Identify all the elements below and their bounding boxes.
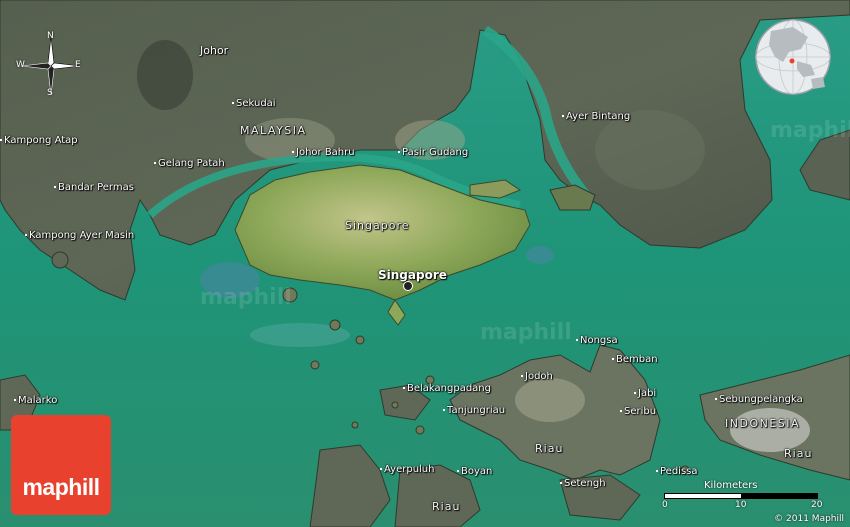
- label-jodoh: Jodoh: [521, 371, 553, 382]
- label-tanjungriau: Tanjungriau: [443, 405, 505, 416]
- label-belakangpadang: Belakangpadang: [403, 383, 491, 394]
- label-jabi: Jabi: [634, 388, 656, 399]
- globe-locator-icon: [753, 17, 833, 97]
- label-boyan: Boyan: [457, 466, 492, 477]
- label-riau: Riau: [432, 500, 461, 513]
- capital-marker-icon: [403, 281, 413, 291]
- compass-w: W: [16, 60, 25, 70]
- label-pasir-gudang: Pasir Gudang: [398, 147, 468, 158]
- label-kampong-ayer-masin: Kampong Ayer Masin: [25, 230, 134, 241]
- compass-rose-icon: N S E W: [16, 31, 84, 99]
- watermark: maphill: [480, 320, 572, 345]
- label-malaysia: MALAYSIA: [240, 124, 307, 137]
- label-bandar-permas: Bandar Permas: [54, 182, 134, 193]
- copyright-text: © 2011 Maphill: [774, 514, 844, 524]
- label-kampong-atap: Kampong Atap: [0, 135, 78, 146]
- label-malarko: Malarko: [14, 395, 57, 406]
- terrain-layer: [0, 0, 850, 527]
- compass-e: E: [75, 60, 81, 70]
- label-sekudai: Sekudai: [232, 98, 276, 109]
- label-sebungpelangka: Sebungpelangka: [715, 394, 803, 405]
- maphill-logo[interactable]: maphill: [11, 415, 111, 515]
- scale-tick: 0: [662, 500, 668, 510]
- label-gelang-patah: Gelang Patah: [154, 158, 225, 169]
- label-ayer-bintang: Ayer Bintang: [562, 111, 630, 122]
- label-setengh: Setengh: [560, 478, 606, 489]
- scale-bar-graphic: [664, 493, 818, 499]
- label-singapore-island: Singapore: [345, 219, 410, 232]
- label-seribu: Seribu: [620, 406, 656, 417]
- label-johor: Johor: [200, 44, 229, 57]
- label-johor-bahru: Johor Bahru: [292, 147, 355, 158]
- label-indonesia: INDONESIA: [725, 417, 801, 430]
- compass-s: S: [47, 88, 53, 98]
- label-pedissa: Pedissa: [656, 466, 698, 477]
- watermark: maphill: [200, 285, 292, 310]
- label-ayerpuluh: Ayerpuluh: [380, 464, 434, 475]
- compass-n: N: [47, 31, 54, 41]
- scale-bar: Kilometers 0 10 20: [662, 480, 824, 512]
- label-riau: Riau: [784, 447, 813, 460]
- scale-tick: 20: [811, 500, 823, 510]
- label-nongsa: Nongsa: [576, 335, 618, 346]
- scale-label: Kilometers: [704, 480, 758, 491]
- map-canvas[interactable]: maphill maphill maphill Johor MALAYSIA S…: [0, 0, 850, 527]
- label-riau: Riau: [535, 442, 564, 455]
- watermark: maphill: [770, 118, 850, 143]
- logo-text: maphill: [22, 474, 100, 500]
- scale-tick: 10: [735, 500, 747, 510]
- label-bemban: Bemban: [612, 354, 658, 365]
- label-singapore-city: Singapore: [378, 268, 447, 282]
